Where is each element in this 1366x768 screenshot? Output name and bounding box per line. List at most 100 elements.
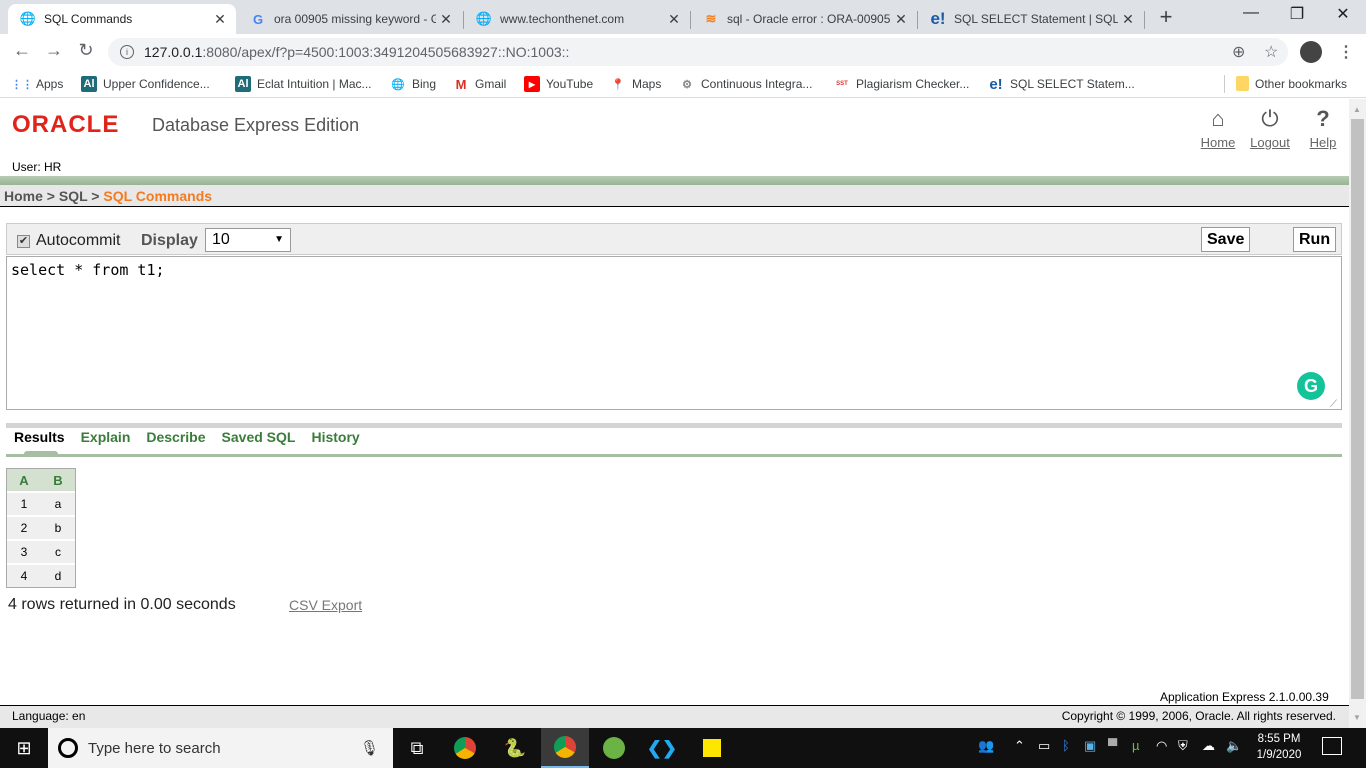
header-logout-link[interactable]: ⏻ Logout	[1245, 106, 1295, 152]
chrome-active-icon[interactable]	[541, 728, 589, 768]
windows-security-icon[interactable]: ⛨	[1178, 738, 1188, 754]
bookmark-eclat-intuition[interactable]: Al Eclat Intuition | Mac...	[235, 76, 372, 92]
tab-explain[interactable]: Explain	[81, 429, 131, 445]
tab-google-search[interactable]: G ora 00905 missing keyword - G ✕	[238, 4, 462, 34]
breadcrumb-sql[interactable]: SQL	[59, 188, 88, 204]
battery-icon[interactable]: ▭	[1038, 738, 1050, 754]
tab-stackoverflow[interactable]: ≋ sql - Oracle error : ORA-00905: ✕	[691, 4, 917, 34]
bookmark-gmail[interactable]: M Gmail	[453, 76, 507, 92]
utorrent-icon[interactable]: µ	[1132, 738, 1140, 753]
help-icon: ?	[1316, 106, 1330, 131]
bookmark-continuous-integration[interactable]: ⚙ Continuous Integra...	[679, 76, 812, 92]
results-table: A B 1a 2b 3c 4d	[6, 468, 76, 588]
header-help-link[interactable]: ? Help	[1298, 106, 1348, 152]
other-bookmarks[interactable]: Other bookmarks	[1236, 76, 1347, 91]
save-button[interactable]: Save	[1201, 227, 1251, 252]
close-tab-icon[interactable]: ✕	[436, 11, 456, 28]
new-tab-button[interactable]: +	[1154, 4, 1178, 30]
chrome-icon[interactable]	[441, 728, 489, 768]
bookmark-bing[interactable]: 🌐 Bing	[390, 76, 436, 92]
table-cell: d	[41, 563, 75, 587]
tab-techonthenet[interactable]: 🌐 www.techonthenet.com ✕	[464, 4, 690, 34]
restore-button[interactable]: ❐	[1274, 4, 1320, 24]
grammarly-icon[interactable]: G	[1297, 372, 1325, 400]
network-app-icon[interactable]: ▣	[1084, 738, 1096, 754]
close-window-button[interactable]: ✕	[1320, 4, 1366, 24]
bookmark-apps[interactable]: ⋮⋮ Apps	[11, 76, 63, 92]
header-home-link[interactable]: ⌂ Home	[1193, 106, 1243, 152]
bookmark-star-icon[interactable]: ☆	[1264, 42, 1278, 62]
sql-editor[interactable]: select * from t1;	[6, 256, 1342, 410]
breadcrumb-home[interactable]: Home	[4, 188, 43, 204]
bookmark-label: Plagiarism Checker...	[856, 77, 970, 91]
bookmark-upper-confidence[interactable]: Al Upper Confidence...	[81, 76, 210, 92]
minimize-button[interactable]: —	[1228, 4, 1274, 22]
scrollbar-thumb[interactable]	[1351, 119, 1364, 699]
tab-sql-select-statement[interactable]: e! SQL SELECT Statement | SQL S ✕	[918, 4, 1144, 34]
action-center-icon[interactable]	[1322, 737, 1342, 755]
windows-start-icon[interactable]: ⊞	[0, 728, 48, 768]
wifi-icon[interactable]: ◠	[1156, 738, 1167, 754]
system-clock[interactable]: 8:55 PM 1/9/2020	[1254, 731, 1304, 763]
vscode-icon[interactable]: ❮❯	[638, 728, 686, 768]
globe-icon: 🌐	[19, 11, 37, 26]
bookmark-label: Upper Confidence...	[103, 77, 210, 91]
people-icon[interactable]: 👥	[978, 738, 994, 754]
microphone-icon[interactable]: 🎙	[360, 739, 379, 757]
bookmark-plagiarism-checker[interactable]: SST Plagiarism Checker...	[834, 76, 969, 92]
display-value: 10	[212, 231, 230, 248]
clock-time: 8:55 PM	[1257, 733, 1301, 745]
scroll-down-icon[interactable]: ▼	[1353, 713, 1361, 722]
volume-icon[interactable]: 🔈	[1226, 738, 1242, 754]
task-view-icon[interactable]: ⧉	[393, 728, 441, 768]
resize-handle[interactable]: ⟋	[1330, 399, 1337, 410]
e-icon: e!	[989, 75, 1003, 93]
tab-history[interactable]: History	[311, 429, 359, 445]
zoom-icon[interactable]: ⊕	[1232, 42, 1245, 62]
bookmark-maps[interactable]: 📍 Maps	[610, 76, 661, 92]
close-tab-icon[interactable]: ✕	[664, 11, 684, 28]
android-studio-icon[interactable]	[590, 728, 638, 768]
app-version: Application Express 2.1.0.00.39	[1160, 690, 1329, 704]
python-file-icon[interactable]: 🐍	[491, 728, 539, 768]
info-icon[interactable]: i	[120, 45, 134, 59]
bluetooth-icon[interactable]: ᛒ	[1062, 738, 1070, 753]
bookmark-sql-select[interactable]: e! SQL SELECT Statem...	[988, 75, 1134, 93]
close-tab-icon[interactable]: ✕	[891, 11, 911, 28]
forward-button[interactable]: →	[42, 40, 66, 61]
tab-label: sql - Oracle error : ORA-00905:	[727, 12, 891, 26]
bookmark-label: Eclat Intuition | Mac...	[257, 77, 372, 91]
maps-icon: 📍	[611, 78, 625, 91]
scroll-up-icon[interactable]: ▲	[1353, 105, 1361, 114]
gmail-icon: M	[455, 76, 467, 92]
autocommit-checkbox[interactable]: ✔ Autocommit	[17, 232, 120, 250]
address-bar[interactable]: i 127.0.0.1:8080/apex/f?p=4500:1003:3491…	[108, 38, 1288, 66]
bookmark-youtube[interactable]: ▶ YouTube	[524, 76, 593, 92]
results-separator	[6, 423, 1342, 428]
clock-date: 1/9/2020	[1256, 749, 1302, 761]
oracle-logo: ORACLE	[12, 111, 120, 138]
tab-sql-commands[interactable]: 🌐 SQL Commands ✕	[8, 4, 236, 34]
close-tab-icon[interactable]: ✕	[210, 11, 230, 28]
csv-export-link[interactable]: CSV Export	[289, 597, 362, 613]
display-icon[interactable]: ▀	[1108, 738, 1117, 753]
tab-describe[interactable]: Describe	[146, 429, 205, 445]
page-scrollbar[interactable]: ▲ ▼	[1349, 99, 1366, 728]
display-rows-select[interactable]: 10 ▼	[205, 228, 291, 252]
onedrive-icon[interactable]: ☁	[1202, 738, 1215, 754]
menu-icon[interactable]: ⋮	[1338, 42, 1354, 62]
sticky-notes-icon[interactable]	[688, 728, 736, 768]
bookmark-label: Other bookmarks	[1255, 76, 1348, 91]
column-header: B	[41, 469, 75, 491]
back-button[interactable]: ←	[10, 40, 34, 61]
column-header: A	[7, 469, 41, 491]
show-hidden-icons[interactable]: ⌃	[1014, 738, 1025, 754]
run-button[interactable]: Run	[1293, 227, 1337, 252]
checkmark-icon[interactable]: ✔	[17, 234, 30, 248]
tab-saved-sql[interactable]: Saved SQL	[222, 429, 296, 445]
close-tab-icon[interactable]: ✕	[1118, 11, 1138, 28]
reload-button[interactable]: ↻	[74, 40, 98, 61]
tab-results[interactable]: Results	[14, 429, 65, 445]
taskbar-search[interactable]: Type here to search 🎙	[48, 728, 393, 768]
profile-avatar[interactable]	[1300, 41, 1322, 63]
